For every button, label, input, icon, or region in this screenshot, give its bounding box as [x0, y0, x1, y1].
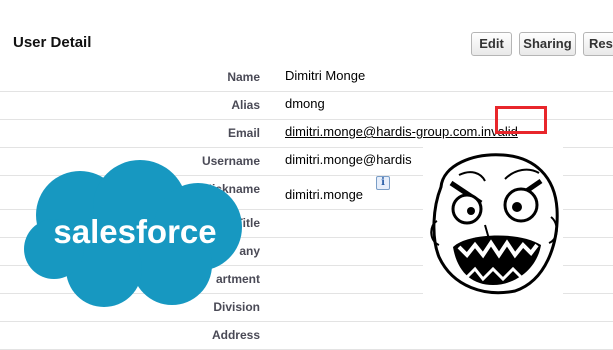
field-value: dmong [285, 96, 325, 111]
field-label: Email [227, 126, 260, 140]
info-icon[interactable]: i [376, 176, 390, 190]
field-label: Alias [231, 98, 260, 112]
email-link[interactable]: dimitri.monge@hardis-group.com.invalid [285, 124, 518, 139]
field-label: Name [227, 70, 260, 84]
field-row-name: Name Dimitri Monge [0, 64, 613, 92]
field-label: Address [211, 328, 260, 342]
page-title: User Detail [13, 34, 92, 51]
reset-password-button[interactable]: Rese [583, 32, 613, 56]
edit-button[interactable]: Edit [471, 32, 512, 56]
rage-face-icon [423, 147, 563, 295]
sharing-button[interactable]: Sharing [519, 32, 576, 56]
logo-text: salesforce [53, 213, 216, 250]
field-value: dimitri.monge@hardis [285, 152, 412, 167]
field-row-address: Address [0, 322, 613, 350]
field-value: Dimitri Monge [285, 68, 366, 83]
field-value: dimitri.monge [285, 187, 364, 202]
invalid-highlight-box [495, 106, 547, 134]
salesforce-logo: salesforce [24, 160, 242, 307]
